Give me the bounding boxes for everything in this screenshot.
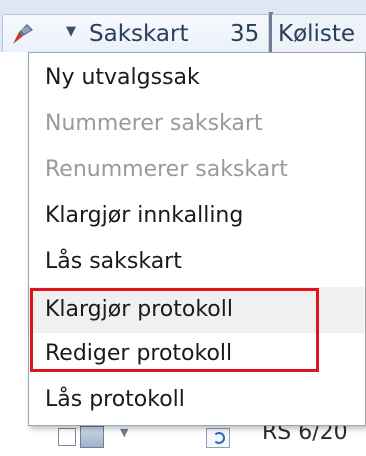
menu-item-rediger-protokoll[interactable]: Rediger protokoll	[29, 331, 365, 377]
menu-item-klargjor-protokoll[interactable]: Klargjør protokoll	[29, 287, 365, 333]
chevron-down-icon[interactable]: ▼	[66, 24, 76, 40]
tab-count-badge: 35	[230, 21, 260, 47]
menu-item-ny-utvalgssak[interactable]: Ny utvalgssak	[29, 55, 365, 101]
document-icon	[80, 426, 104, 448]
menu-item-renummerer-sakskart: Renummerer sakskart	[45, 157, 288, 182]
tab-label: Sakskart	[89, 21, 189, 47]
menu-item-nummerer-sakskart: Nummerer sakskart	[45, 111, 263, 136]
link-icon[interactable]	[206, 428, 230, 448]
menu-item-las-sakskart[interactable]: Lås sakskart	[29, 239, 365, 285]
tab-koliste-label: Køliste	[278, 21, 356, 47]
menu-item-las-protokoll[interactable]: Lås protokoll	[29, 377, 365, 423]
menu-item-klargjor-innkalling[interactable]: Klargjør innkalling	[29, 193, 365, 239]
context-menu: Ny utvalgssak Nummerer sakskart Renummer…	[28, 52, 366, 426]
pin-icon[interactable]	[9, 22, 35, 46]
chevron-down-icon[interactable]: ▼	[120, 426, 128, 439]
row-checkbox[interactable]	[58, 428, 76, 446]
